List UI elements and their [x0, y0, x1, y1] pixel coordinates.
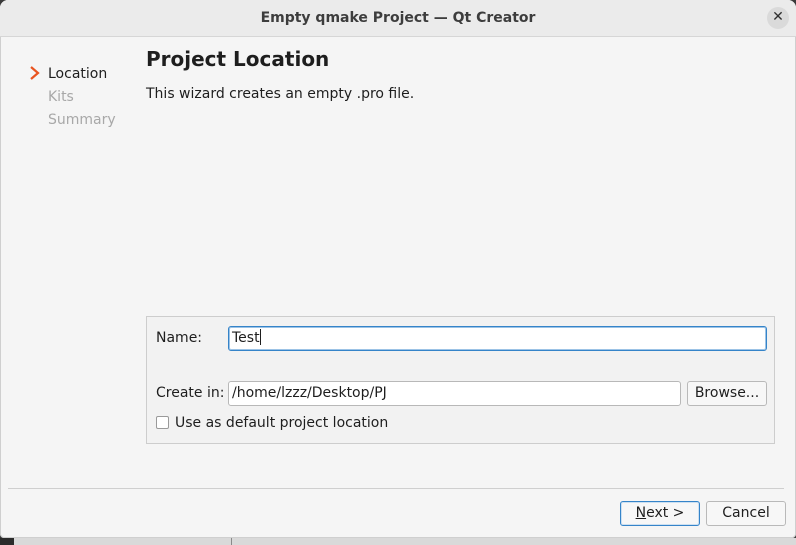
default-location-label[interactable]: Use as default project location	[175, 415, 388, 431]
chevron-right-icon	[30, 66, 40, 80]
create-in-label: Create in:	[156, 385, 225, 401]
name-input[interactable]: Test	[228, 326, 767, 351]
close-button[interactable]: ✕	[767, 7, 789, 29]
footer-separator	[8, 488, 784, 489]
create-in-input-value: /home/lzzz/Desktop/PJ	[232, 385, 387, 401]
next-label: ext >	[646, 505, 685, 521]
background-divider	[231, 538, 232, 545]
step-summary: Summary	[48, 112, 116, 128]
step-kits: Kits	[48, 89, 74, 105]
next-mnemonic: N	[635, 505, 647, 521]
step-location: Location	[48, 66, 108, 82]
close-icon: ✕	[772, 9, 784, 25]
create-in-input[interactable]: /home/lzzz/Desktop/PJ	[228, 381, 681, 406]
page-title: Project Location	[146, 47, 330, 71]
wizard-window: Empty qmake Project — Qt Creator ✕ Locat…	[0, 0, 796, 538]
cancel-button[interactable]: Cancel	[706, 501, 786, 526]
title-bar[interactable]: Empty qmake Project — Qt Creator ✕	[0, 0, 796, 37]
name-label: Name:	[156, 330, 203, 346]
default-location-checkbox[interactable]	[156, 416, 169, 429]
window-title: Empty qmake Project — Qt Creator	[260, 10, 536, 26]
page-description: This wizard creates an empty .pro file.	[146, 86, 415, 102]
background-strip	[0, 538, 796, 545]
text-caret	[259, 329, 261, 345]
next-button[interactable]: Next >	[620, 501, 700, 526]
background-dark-corner	[0, 538, 14, 545]
browse-button[interactable]: Browse...	[687, 381, 767, 406]
name-input-value: Test	[232, 330, 260, 346]
